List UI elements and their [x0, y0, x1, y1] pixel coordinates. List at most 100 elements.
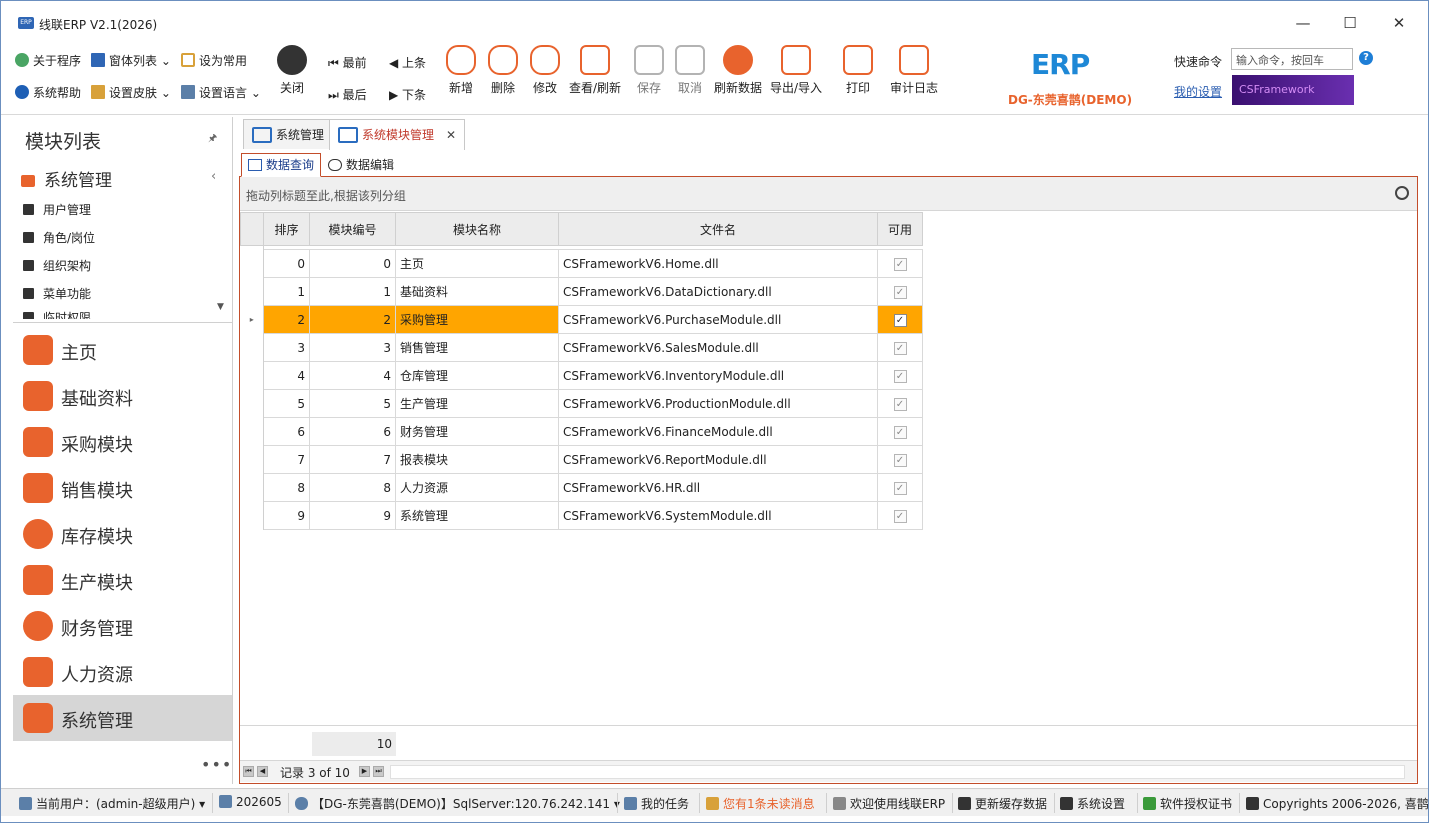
column-header-module-name[interactable]: 模块名称	[395, 212, 559, 246]
help-icon[interactable]: ?	[1359, 51, 1373, 65]
tab-data-edit[interactable]: 数据编辑	[321, 153, 401, 177]
next-record-button[interactable]: ▶ 下条	[389, 86, 426, 103]
horizontal-scrollbar[interactable]	[390, 765, 1405, 779]
tab-data-query[interactable]: 数据查询	[241, 153, 322, 177]
title-bar: ERP 线联ERP V2.1(2026) — ☐ ✕	[1, 1, 1428, 41]
pin-icon[interactable]: 🖈	[208, 131, 217, 148]
nav-first-icon[interactable]: ⏮	[243, 766, 254, 777]
close-tab-icon[interactable]: ✕	[446, 128, 456, 142]
sidebar-item-menu[interactable]: 菜单功能	[23, 285, 91, 302]
sidebar-item-roles[interactable]: 角色/岗位	[23, 229, 95, 246]
enabled-checkbox[interactable]: ✓	[893, 286, 907, 299]
add-button[interactable]: 新增	[446, 45, 476, 96]
column-header-sort[interactable]: 排序	[263, 212, 310, 246]
group-panel[interactable]: 拖动列标题至此,根据该列分组	[240, 177, 1417, 211]
chevron-left-icon[interactable]: ‹	[211, 169, 216, 184]
window-list-button[interactable]: 窗体列表 ⌄	[91, 51, 171, 71]
module-hr[interactable]: 人力资源	[13, 649, 232, 695]
enabled-checkbox[interactable]: ✓	[893, 370, 907, 383]
export-import-button[interactable]: 导出/导入	[770, 45, 822, 96]
module-finance[interactable]: 财务管理	[13, 603, 232, 649]
scroll-down-icon[interactable]: ▼	[217, 302, 224, 312]
current-user-dropdown[interactable]: 当前用户：(admin-超级用户) ▾	[19, 795, 205, 812]
update-cache-button[interactable]: 更新缓存数据	[958, 795, 1047, 812]
enabled-checkbox[interactable]: ✓	[893, 510, 907, 523]
enabled-checkbox[interactable]: ✓	[893, 258, 907, 271]
table-row[interactable]: 9 9 系统管理 CSFrameworkV6.SystemModule.dll …	[240, 501, 923, 530]
subtab-bar: 数据查询 数据编辑	[239, 151, 1418, 177]
first-record-button[interactable]: ⏮ 最前	[328, 54, 367, 71]
table-row[interactable]: 7 7 报表模块 CSFrameworkV6.ReportModule.dll …	[240, 445, 923, 474]
close-window-button[interactable]: ✕	[1384, 11, 1414, 35]
column-header-file-name[interactable]: 文件名	[558, 212, 878, 246]
audit-log-button[interactable]: 审计日志	[890, 45, 938, 96]
table-row[interactable]: 0 0 主页 CSFrameworkV6.Home.dll ✓	[240, 249, 923, 278]
unread-messages-link[interactable]: 您有1条未读消息	[706, 795, 815, 812]
set-common-button[interactable]: 设为常用	[181, 51, 247, 71]
delete-button[interactable]: 删除	[488, 45, 518, 96]
prev-record-button[interactable]: ◀ 上条	[389, 54, 426, 71]
table-row-selected[interactable]: ▸ 2 2 采购管理 CSFrameworkV6.PurchaseModule.…	[240, 305, 923, 334]
enabled-checkbox[interactable]: ✓	[893, 454, 907, 467]
header-indicator	[240, 212, 264, 246]
nav-next-icon[interactable]: ▶	[359, 766, 370, 777]
license-button[interactable]: 软件授权证书	[1143, 795, 1232, 812]
enabled-checkbox[interactable]: ✓	[893, 342, 907, 355]
tab-system-management[interactable]: 系统管理	[243, 119, 334, 149]
last-record-button[interactable]: ⏭ 最后	[328, 86, 367, 103]
row-indicator	[240, 501, 264, 530]
refresh-data-button[interactable]: 刷新数据	[714, 45, 762, 96]
nav-last-icon[interactable]: ⏭	[373, 766, 384, 777]
sidebar-item-temp-perm[interactable]: 临时权限	[23, 309, 91, 319]
search-icon[interactable]	[1395, 186, 1409, 200]
enabled-checkbox[interactable]: ✓	[893, 314, 907, 327]
system-help-button[interactable]: 系统帮助	[15, 83, 81, 103]
table-row[interactable]: 4 4 仓库管理 CSFrameworkV6.InventoryModule.d…	[240, 361, 923, 390]
set-language-button[interactable]: 设置语言 ⌄	[181, 83, 261, 103]
save-button[interactable]: 保存	[634, 45, 664, 96]
module-purchase[interactable]: 采购模块	[13, 419, 232, 465]
module-basic-data[interactable]: 基础资料	[13, 373, 232, 419]
module-inventory[interactable]: 库存模块	[13, 511, 232, 557]
grid-table: 排序 模块编号 模块名称 文件名 可用 0 0 主页 CSFrameworkV6	[240, 212, 923, 530]
database-add-icon	[446, 45, 476, 75]
sidebar-group-system[interactable]: 系统管理	[21, 166, 112, 191]
table-row[interactable]: 8 8 人力资源 CSFrameworkV6.HR.dll ✓	[240, 473, 923, 502]
minimize-button[interactable]: —	[1288, 11, 1318, 35]
tab-system-module-management[interactable]: 系统模块管理 ✕	[329, 119, 466, 150]
nav-prev-icon[interactable]: ◀	[257, 766, 268, 777]
maximize-button[interactable]: ☐	[1335, 11, 1365, 35]
close-button[interactable]: 关闭	[277, 45, 307, 96]
module-home[interactable]: 主页	[13, 327, 232, 373]
quick-command-input[interactable]: 输入命令，按回车	[1231, 48, 1353, 70]
more-icon[interactable]: •••	[201, 755, 232, 774]
module-sales[interactable]: 销售模块	[13, 465, 232, 511]
table-row[interactable]: 6 6 财务管理 CSFrameworkV6.FinanceModule.dll…	[240, 417, 923, 446]
print-button[interactable]: 打印	[843, 45, 873, 96]
about-button[interactable]: 关于程序	[15, 51, 81, 71]
my-settings-link[interactable]: 我的设置	[1174, 83, 1222, 100]
enabled-checkbox[interactable]: ✓	[893, 426, 907, 439]
column-header-enabled[interactable]: 可用	[877, 212, 923, 246]
database-dropdown[interactable]: 【DG-东莞喜鹊(DEMO)】SqlServer:120.76.242.141 …	[295, 795, 620, 812]
table-row[interactable]: 3 3 销售管理 CSFrameworkV6.SalesModule.dll ✓	[240, 333, 923, 362]
module-production[interactable]: 生产模块	[13, 557, 232, 603]
system-settings-button[interactable]: 系统设置	[1060, 795, 1125, 812]
cancel-button[interactable]: 取消	[675, 45, 705, 96]
row-indicator	[240, 473, 264, 502]
my-tasks-button[interactable]: 我的任务	[624, 795, 689, 812]
table-row[interactable]: 1 1 基础资料 CSFrameworkV6.DataDictionary.dl…	[240, 277, 923, 306]
table-row[interactable]: 5 5 生产管理 CSFrameworkV6.ProductionModule.…	[240, 389, 923, 418]
sidebar-item-users[interactable]: 用户管理	[23, 201, 91, 218]
module-system[interactable]: 系统管理	[13, 695, 232, 741]
enabled-checkbox[interactable]: ✓	[893, 482, 907, 495]
edit-button[interactable]: 修改	[530, 45, 560, 96]
sidebar-item-org[interactable]: 组织架构	[23, 257, 91, 274]
printer-icon	[843, 45, 873, 75]
set-skin-button[interactable]: 设置皮肤 ⌄	[91, 83, 171, 103]
view-refresh-button[interactable]: 查看/刷新	[569, 45, 621, 96]
column-header-module-id[interactable]: 模块编号	[309, 212, 396, 246]
row-indicator	[240, 389, 264, 418]
power-icon	[277, 45, 307, 75]
enabled-checkbox[interactable]: ✓	[893, 398, 907, 411]
